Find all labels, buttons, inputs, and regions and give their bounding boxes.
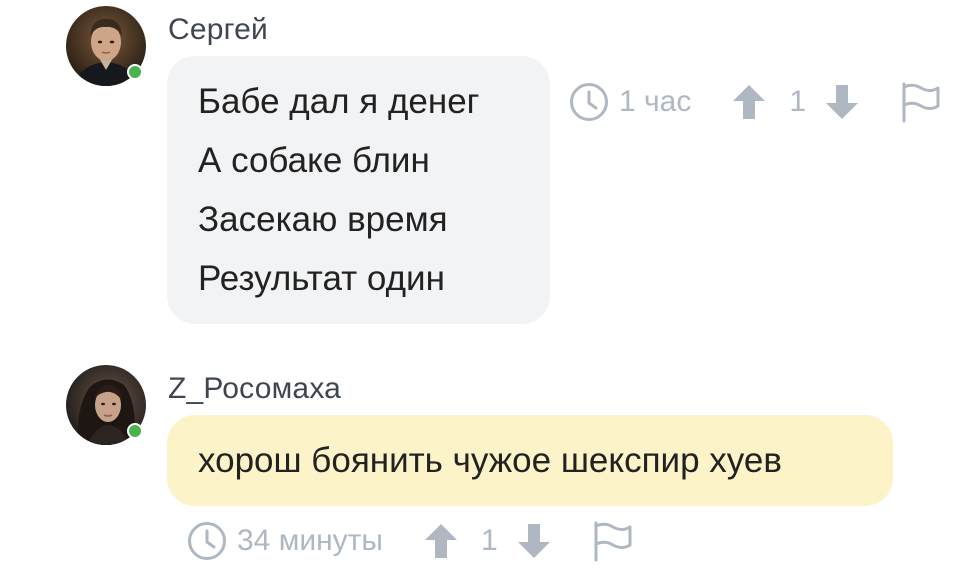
comment-bubble: хорош боянить чужое шекспир хуев	[167, 415, 893, 506]
vote-count: 1	[789, 85, 807, 118]
upvote-button[interactable]	[731, 83, 767, 121]
comment-item: Z_Росомаха хорош боянить чужое шекспир х…	[0, 340, 969, 581]
comment-text-line: А собаке блин	[198, 141, 430, 180]
clock-icon	[186, 520, 228, 562]
comment-time[interactable]: 34 минуты	[186, 520, 383, 562]
comment-author[interactable]: Сергей	[168, 13, 268, 47]
upvote-button[interactable]	[423, 522, 459, 560]
arrow-down-icon	[826, 85, 859, 119]
comment-text-line: Засекаю время	[198, 200, 448, 239]
vote-count: 1	[480, 524, 498, 557]
comment-text-line: хорош боянить чужое шекспир хуев	[198, 441, 782, 480]
comment-author[interactable]: Z_Росомаха	[168, 372, 341, 406]
comment-item: Сергей Бабе дал я денег А собаке блин За…	[0, 0, 969, 340]
comment-text-line: Бабе дал я денег	[198, 82, 480, 121]
online-indicator	[127, 64, 143, 80]
comment-meta: 34 минуты 1	[186, 519, 634, 563]
clock-icon	[568, 81, 610, 123]
comment-bubble: Бабе дал я денег А собаке блин Засекаю в…	[167, 56, 550, 324]
report-button[interactable]	[592, 520, 634, 562]
arrow-up-icon	[424, 524, 457, 558]
time-label: 34 минуты	[237, 524, 383, 557]
time-label: 1 час	[619, 85, 692, 118]
comment-time[interactable]: 1 час	[568, 81, 691, 123]
downvote-button[interactable]	[516, 522, 552, 560]
arrow-up-icon	[733, 85, 766, 119]
avatar[interactable]	[66, 6, 146, 86]
online-indicator	[127, 423, 143, 439]
downvote-button[interactable]	[824, 83, 860, 121]
flag-icon	[594, 521, 632, 562]
report-button[interactable]	[900, 81, 942, 123]
flag-icon	[902, 82, 940, 123]
avatar[interactable]	[66, 365, 146, 445]
arrow-down-icon	[517, 524, 550, 558]
comment-meta: 1 час 1	[568, 80, 942, 124]
comment-text-line: Результат один	[198, 259, 445, 298]
